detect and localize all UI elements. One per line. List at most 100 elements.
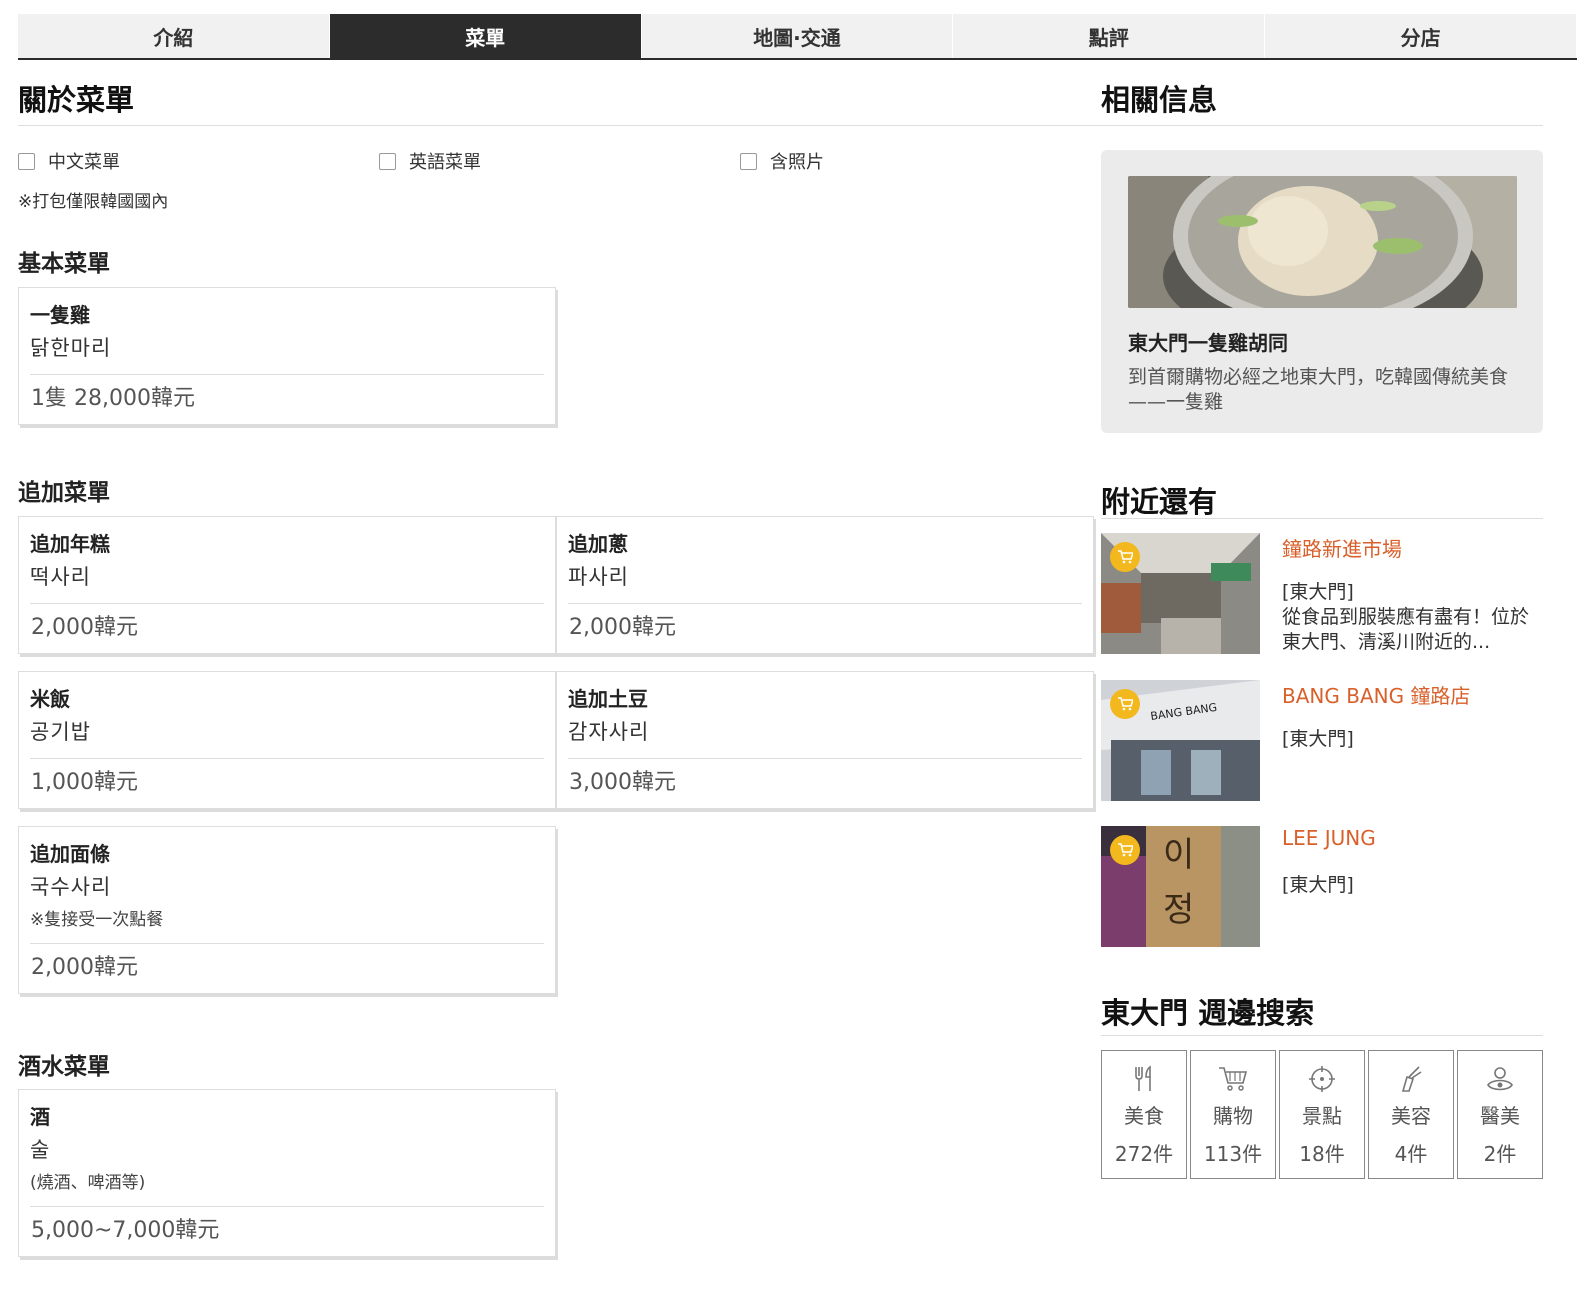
menu-item-name: 酒 [30, 1105, 50, 1129]
menu-card-scallion: 追加蔥 파사리 2,000韓元 [556, 516, 1094, 654]
nearby-item-desc: [東大門] 從食品到服裝應有盡有！位於東大門、清溪川附近的... [1282, 580, 1542, 655]
nearby-item-area: [東大門] [1282, 728, 1354, 750]
menu-card-rice: 米飯 공기밥 1,000韓元 [18, 671, 556, 809]
menu-item-price: 2,000韓元 [30, 943, 544, 993]
nearby-item-area: [東大門] [1282, 581, 1354, 603]
filter-label: 含照片 [770, 152, 824, 173]
chicken-soup-image [1128, 176, 1517, 308]
tab-branches[interactable]: 分店 [1265, 14, 1577, 58]
category-grid: 美食 272件 購物 113件 景點 18件 美容 4件 醫美 2件 [1101, 1050, 1546, 1179]
filter-english[interactable]: 英語菜單 [379, 148, 740, 174]
menu-about-title: 關於菜單 [18, 83, 135, 117]
nearby-item-area: [東大門] [1282, 874, 1354, 896]
nearby-search-title: 東大門 週邊搜索 [1101, 988, 1543, 1036]
medical-icon [1487, 1067, 1513, 1091]
menu-item-korean: 술 [30, 1138, 51, 1162]
menu-item-name: 米飯 [30, 687, 70, 711]
menu-item-korean: 파사리 [568, 565, 629, 589]
tab-bar: 介紹 菜單 地圖·交通 點評 分店 [18, 14, 1577, 60]
nearby-item-desc: [東大門] [1282, 727, 1542, 752]
nearby-item[interactable]: BANG BANG BANG BANG 鐘路店 [東大門] [1101, 680, 1543, 805]
target-icon [1309, 1066, 1335, 1092]
nearby-search-title-text: 東大門 週邊搜索 [1101, 996, 1315, 1030]
category-food[interactable]: 美食 272件 [1101, 1050, 1187, 1179]
menu-item-korean: 감자사리 [568, 720, 650, 744]
menu-item-korean: 국수사리 [30, 875, 112, 899]
filter-label: 英語菜單 [409, 152, 481, 173]
category-sights[interactable]: 景點 18件 [1279, 1050, 1365, 1179]
menu-card-potato: 追加土豆 감자사리 3,000韓元 [556, 671, 1094, 809]
shopping-cart-icon [1110, 542, 1140, 572]
menu-card-rice-cake: 追加年糕 떡사리 2,000韓元 [18, 516, 556, 654]
category-label: 美食 [1124, 1104, 1164, 1128]
cart-icon [1219, 1067, 1248, 1091]
filter-photo[interactable]: 含照片 [740, 148, 1101, 174]
menu-item-name: 追加面條 [30, 842, 110, 866]
category-beauty[interactable]: 美容 4件 [1368, 1050, 1454, 1179]
menu-item-name: 追加年糕 [30, 532, 110, 556]
menu-item-name: 一隻雞 [30, 303, 90, 327]
menu-filters: 中文菜單 英語菜單 含照片 [18, 148, 1103, 174]
nearby-item-title[interactable]: 鐘路新進市場 [1282, 533, 1402, 562]
category-label: 醫美 [1480, 1104, 1520, 1128]
checkbox[interactable] [379, 152, 396, 170]
menu-item-price: 1,000韓元 [30, 758, 544, 808]
menu-item-name: 追加土豆 [568, 687, 648, 711]
svg-text:정: 정 [1163, 890, 1194, 930]
related-card[interactable]: 東大門一隻雞胡同 到首爾購物必經之地東大門，吃韓國傳統美食——一隻雞 [1101, 150, 1543, 433]
section-drinks-menu: 酒水菜單 [18, 1054, 110, 1080]
menu-item-name: 追加蔥 [568, 532, 628, 556]
nearby-item[interactable]: 이 정 LEE JUNG [東大門] [1101, 826, 1543, 951]
nearby-item-summary: 從食品到服裝應有盡有！位於東大門、清溪川附近的... [1282, 606, 1530, 653]
tab-map[interactable]: 地圖·交通 [641, 14, 954, 58]
category-label: 美容 [1391, 1104, 1431, 1128]
category-count: 113件 [1203, 1142, 1263, 1166]
category-count: 4件 [1394, 1142, 1428, 1166]
menu-item-price: 2,000韓元 [568, 603, 1082, 653]
menu-card-alcohol: 酒 술 (燒酒、啤酒等) 5,000~7,000韓元 [18, 1089, 556, 1257]
nearby-title: 附近還有 [1101, 470, 1543, 519]
sidebar: 相關信息 東大門一隻雞胡同 到首爾購物必經之地東大門，吃韓國傳統美食——一隻雞 … [1101, 60, 1543, 1179]
related-card-desc: 到首爾購物必經之地東大門，吃韓國傳統美食——一隻雞 [1128, 366, 1509, 413]
related-info-title: 相關信息 [1101, 60, 1543, 126]
nearby-item-title[interactable]: LEE JUNG [1282, 826, 1376, 850]
menu-item-price: 3,000韓元 [568, 758, 1082, 808]
category-count: 272件 [1114, 1142, 1174, 1166]
menu-column: 關於菜單 中文菜單 英語菜單 含照片 ※打包僅限韓國國內 基本菜單 一隻雞 닭한… [18, 60, 1103, 1257]
nearby-item-desc: [東大門] [1282, 873, 1542, 898]
takeout-note: ※打包僅限韓國國內 [18, 192, 169, 212]
section-basic-menu: 基本菜單 [18, 251, 110, 277]
section-extra-menu: 追加菜單 [18, 480, 110, 506]
related-card-title: 東大門一隻雞胡同 [1128, 331, 1288, 355]
category-count: 18件 [1299, 1142, 1345, 1166]
menu-card-noodle: 追加面條 국수사리 ※隻接受一次點餐 2,000韓元 [18, 826, 556, 994]
category-label: 景點 [1302, 1104, 1342, 1128]
menu-card-chicken: 一隻雞 닭한마리 1隻 28,000韓元 [18, 287, 556, 425]
menu-about-header: 關於菜單 [18, 60, 1103, 126]
menu-item-price: 2,000韓元 [30, 603, 544, 653]
tab-intro[interactable]: 介紹 [18, 14, 330, 58]
beauty-icon [1401, 1066, 1422, 1092]
category-label: 購物 [1213, 1104, 1253, 1128]
tab-menu[interactable]: 菜單 [329, 14, 642, 58]
nearby-title-text: 附近還有 [1101, 485, 1218, 519]
nearby-item[interactable]: 鐘路新進市場 [東大門] 從食品到服裝應有盡有！位於東大門、清溪川附近的... [1101, 533, 1543, 658]
shopping-cart-icon [1110, 689, 1140, 719]
fork-knife-icon [1135, 1065, 1151, 1091]
menu-item-price: 1隻 28,000韓元 [30, 374, 544, 424]
nearby-item-title[interactable]: BANG BANG 鐘路店 [1282, 680, 1470, 709]
menu-item-price: 5,000~7,000韓元 [30, 1206, 544, 1256]
menu-item-korean: 공기밥 [30, 720, 91, 744]
menu-item-korean: 떡사리 [30, 565, 91, 589]
category-medical[interactable]: 醫美 2件 [1457, 1050, 1543, 1179]
category-count: 2件 [1483, 1142, 1517, 1166]
checkbox[interactable] [18, 152, 35, 170]
filter-chinese[interactable]: 中文菜單 [18, 148, 379, 174]
checkbox[interactable] [740, 152, 757, 170]
category-shopping[interactable]: 購物 113件 [1190, 1050, 1276, 1179]
menu-item-korean: 닭한마리 [30, 336, 112, 360]
svg-text:이: 이 [1163, 835, 1194, 875]
tab-reviews[interactable]: 點評 [953, 14, 1266, 58]
menu-item-note: ※隻接受一次點餐 [30, 910, 164, 930]
menu-item-note: (燒酒、啤酒等) [30, 1173, 146, 1193]
